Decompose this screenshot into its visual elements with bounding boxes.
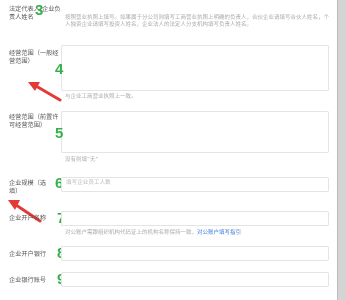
licensed-business-scope-label: 经营范围（前置许可经营范围）: [9, 114, 59, 129]
general-business-scope-label: 经营范围（一般经营范围）: [9, 50, 59, 65]
licensed-business-scope-hint: 没有则填“无”: [65, 157, 99, 163]
account-name-hint: 对公账户需跟组织机构代码证上的机构名称保持一致，对公账户填写指引: [65, 230, 241, 237]
account-name-input[interactable]: [61, 211, 329, 226]
general-business-scope-textarea[interactable]: [61, 45, 329, 91]
general-business-scope-hint: 与企业工商营业执照上一致。: [65, 94, 137, 100]
red-arrow-icon: [28, 82, 62, 102]
enterprise-scale-input[interactable]: 填写企业员工人数: [61, 177, 329, 192]
enterprise-scale-label: 企业规模（选填）: [9, 180, 47, 195]
account-name-label: 企业开户名称: [9, 215, 47, 222]
bank-account-label: 企业银行账号: [9, 277, 47, 284]
licensed-business-scope-textarea[interactable]: [61, 111, 329, 153]
account-name-hint-text: 对公账户需跟组织机构代码证上的机构名称保持一致，: [65, 230, 198, 236]
bank-name-label: 企业开户银行: [9, 251, 47, 258]
legal-representative-hint: 按照营业执照上填写。如果属于分公司则填写工商营业执照上明确的负责人，合伙企业请填…: [65, 15, 330, 28]
step-number-3: 3: [35, 2, 44, 19]
account-guide-link[interactable]: 对公账户填写指引: [197, 230, 241, 236]
bank-name-input[interactable]: [61, 246, 329, 261]
step-number-5: 5: [55, 125, 64, 142]
bank-account-input[interactable]: [61, 272, 329, 287]
window-edge: [338, 0, 346, 300]
enterprise-scale-placeholder: 填写企业员工人数: [66, 180, 111, 186]
step-number-4: 4: [55, 61, 64, 78]
